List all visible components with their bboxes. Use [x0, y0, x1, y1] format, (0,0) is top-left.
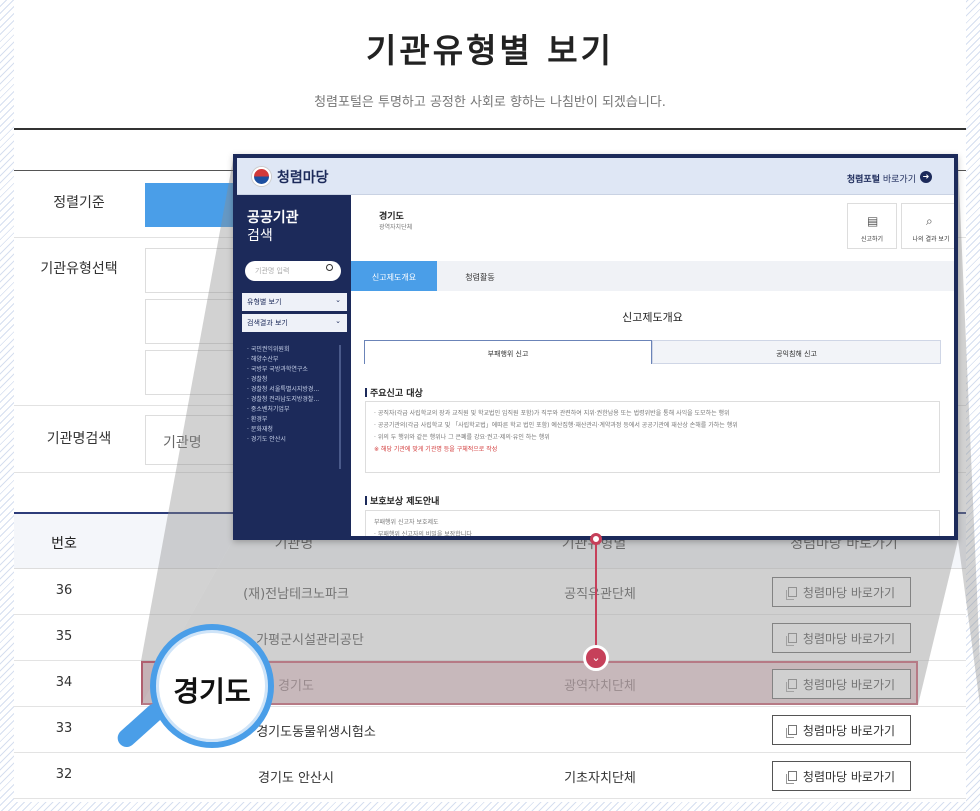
sidebar-search-input[interactable]: 기관명 입력: [245, 261, 341, 281]
row-org-type: 공직유관단체: [564, 587, 636, 602]
row-number: 32: [55, 767, 73, 782]
sidebar-title: 공공기관: [247, 210, 299, 226]
row-number: 36: [55, 583, 73, 598]
protection-item: · 부패행위 신고자의 비밀을 보장합니다: [374, 531, 472, 538]
preview-sidebar: 공공기관 검색 기관명 입력 유형별 보기 ⌄ 검색결과 보기 ⌄ · 국민권익위원…: [237, 195, 351, 536]
preview-main: 경기도 광역자치단체 ▤ 신고하기 ⌕ 나의 결과 보기 신고제도개요 청렴활동 신…: [351, 195, 954, 536]
table-row: 32 경기도 안산시 기초자치단체 청렴마당 바로가기: [14, 753, 966, 799]
row-org-name: (재)전남테크노파크: [243, 587, 349, 602]
go-to-integrity-button[interactable]: 청렴마당 바로가기: [772, 623, 911, 653]
list-item[interactable]: · 국방부 국방과학연구소: [247, 365, 337, 375]
taegeuk-logo-icon: [252, 167, 271, 186]
report-target-item: · 위의 두 행위와 같은 행위나 그 은폐를 강요·권고·제의·유인 하는 행…: [374, 434, 550, 441]
document-icon: [785, 771, 797, 784]
preview-org-name: 경기도: [379, 212, 404, 222]
protection-reward-heading: 보호보상 제도안내: [365, 494, 439, 507]
highlighted-row-content: 청렴마당 바로가기: [186, 661, 980, 707]
list-item[interactable]: · 문화재청: [247, 425, 337, 435]
name-search-label: 기관명검색: [46, 431, 112, 447]
subtab-corruption-report[interactable]: 부패행위 신고: [364, 340, 652, 364]
row-number: 34: [55, 675, 73, 690]
sidebar-title-2: 검색: [247, 228, 273, 244]
name-search-placeholder: 기관명: [163, 435, 202, 451]
go-to-integrity-button[interactable]: 청렴마당 바로가기: [772, 761, 911, 791]
protection-item: 부패행위 신고자 보호제도: [374, 519, 439, 526]
chevron-down-icon: ⌄: [335, 317, 341, 325]
report-target-item: · 공직자(각급 사립학교의 장과 교직원 및 학교법인 임직원 포함)가 직무…: [374, 410, 730, 417]
go-to-integrity-button[interactable]: 청렴마당 바로가기: [772, 577, 911, 607]
row-number: 33: [55, 721, 73, 736]
go-to-integrity-button[interactable]: 청렴마당 바로가기: [772, 715, 911, 745]
chevron-down-icon: ⌄: [335, 296, 341, 304]
magnifier-icon: 경기도: [150, 624, 274, 748]
main-report-targets-heading: 주요신고 대상: [365, 386, 423, 399]
sidebar-scrollbar[interactable]: [339, 345, 341, 469]
tab-report-overview[interactable]: 신고제도개요: [351, 261, 437, 291]
list-item[interactable]: · 해양수산부: [247, 355, 337, 365]
chevron-down-icon: ⌄: [583, 645, 609, 671]
list-item[interactable]: · 경찰청 전라남도지방경찰...: [247, 395, 337, 405]
arrow-right-icon: ➜: [920, 171, 932, 183]
list-item[interactable]: · 경찰청: [247, 375, 337, 385]
document-icon: ▤: [867, 214, 879, 228]
magnified-text: 경기도: [173, 675, 251, 708]
table-row: 36 (재)전남테크노파크 공직유관단체 청렴마당 바로가기: [14, 569, 966, 615]
row-org-type: 기초자치단체: [564, 771, 636, 786]
list-item[interactable]: · 경찰청 서울특별시지방경...: [247, 385, 337, 395]
my-result-button[interactable]: ⌕ 나의 결과 보기: [901, 203, 954, 249]
sidebar-menu-type[interactable]: 유형별 보기 ⌄: [242, 293, 347, 311]
page-subtitle: 청렴포털은 투명하고 공정한 사회로 향하는 나침반이 되겠습니다.: [314, 95, 666, 110]
header-number: 번호: [51, 536, 77, 552]
report-target-note: ※ 해당 기관에 맞게 기관명 등을 구체적으로 작성: [374, 446, 498, 453]
table-row: 35 가평군시설관리공단 청렴마당 바로가기: [14, 615, 966, 661]
sort-label: 정렬기준: [53, 195, 105, 211]
list-item[interactable]: · 환경부: [247, 415, 337, 425]
sidebar-menu-results[interactable]: 검색결과 보기 ⌄: [242, 314, 347, 332]
type-label: 기관유형선택: [40, 261, 118, 277]
report-targets-box: · 공직자(각급 사립학교의 장과 교직원 및 학교법인 임직원 포함)가 직무…: [365, 401, 940, 473]
tab-integrity-activity[interactable]: 청렴활동: [437, 261, 523, 291]
go-to-integrity-button[interactable]: 청렴마당 바로가기: [772, 669, 911, 699]
sidebar-result-list: · 국민권익위원회 · 해양수산부 · 국방부 국방과학연구소 · 경찰청 · …: [247, 345, 337, 445]
report-target-item: · 공공기관의(각급 사립학교 및 「사립학교법」에따른 학교 법인 포함) 예…: [374, 422, 738, 429]
protection-box: 부패행위 신고자 보호제도 · 부패행위 신고자의 비밀을 보장합니다: [365, 510, 940, 538]
magnifier-icon: ⌕: [926, 214, 933, 228]
search-icon: [326, 264, 333, 271]
document-icon: [785, 587, 797, 600]
page-title: 기관유형별 보기: [365, 31, 614, 70]
document-icon: [785, 633, 797, 646]
integrity-site-preview: 청렴마당 청렴포털 바로가기 ➜ 공공기관 검색 기관명 입력 유형별 보기 ⌄ …: [233, 154, 958, 540]
preview-topbar: 청렴마당 청렴포털 바로가기 ➜: [237, 158, 954, 195]
report-button[interactable]: ▤ 신고하기: [847, 203, 897, 249]
portal-shortcut-link[interactable]: 청렴포털 바로가기: [847, 172, 916, 185]
subtab-public-interest-report[interactable]: 공익침해 신고: [652, 340, 941, 364]
list-item[interactable]: · 경기도 안산시: [247, 435, 337, 445]
preview-brand: 청렴마당: [277, 170, 329, 186]
preview-section-title: 신고제도개요: [622, 311, 683, 324]
list-item[interactable]: · 중소벤처기업부: [247, 405, 337, 415]
document-icon: [785, 725, 797, 738]
row-number: 35: [55, 629, 73, 644]
connector-dot: [590, 533, 602, 545]
preview-org-type: 광역자치단체: [379, 224, 413, 231]
list-item[interactable]: · 국민권익위원회: [247, 345, 337, 355]
preview-tabs: 신고제도개요 청렴활동: [351, 261, 954, 291]
document-icon: [785, 679, 797, 692]
title-divider: [14, 128, 966, 130]
connector-line: [595, 540, 597, 652]
row-org-name: 경기도 안산시: [258, 771, 334, 786]
